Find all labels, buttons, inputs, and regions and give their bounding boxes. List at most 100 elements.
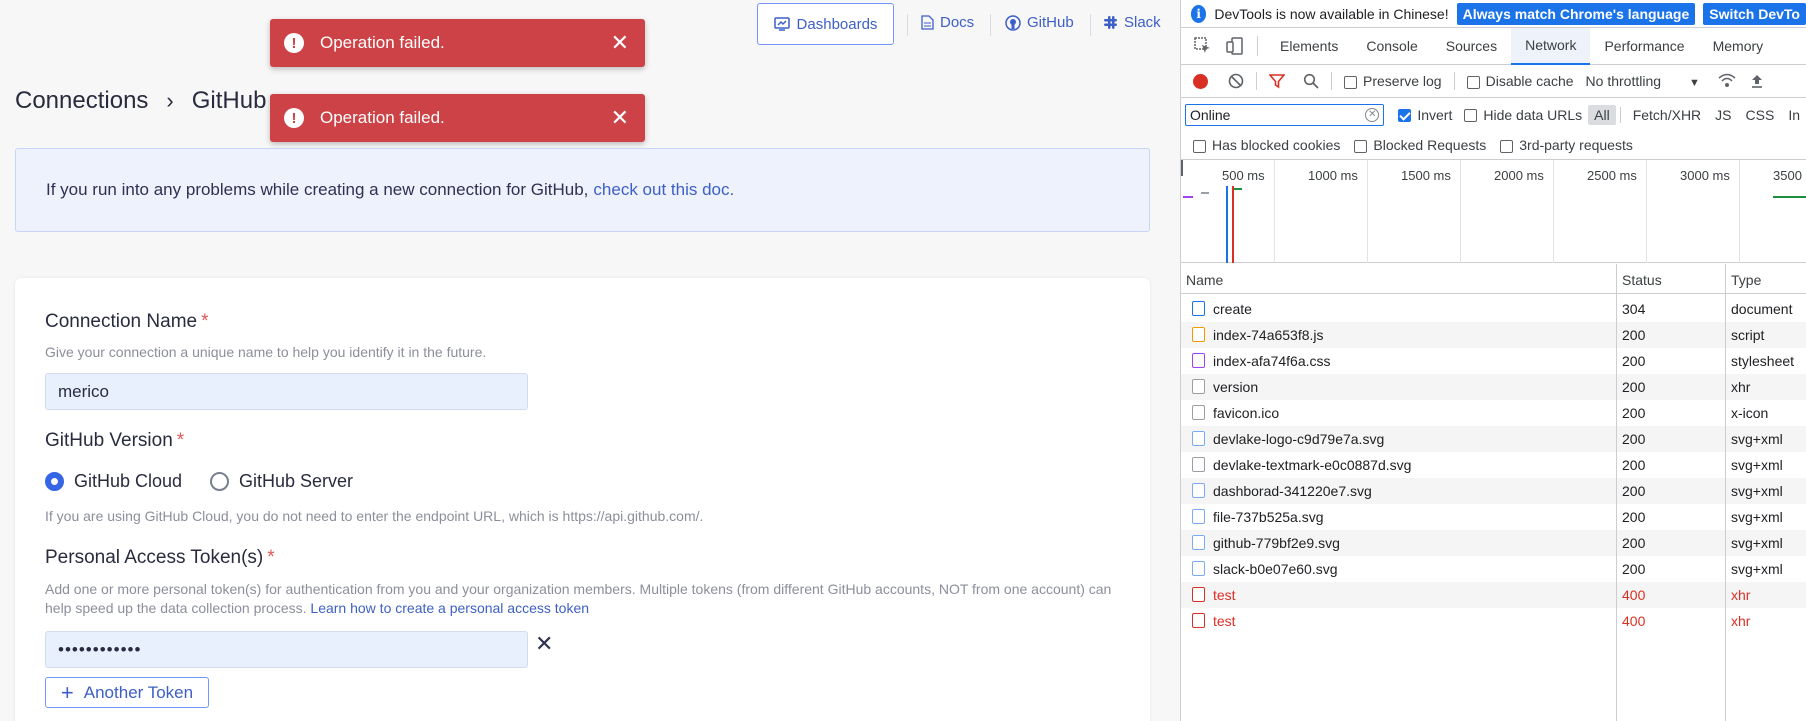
column-divider [1725,264,1726,721]
label-text: Personal Access Token(s) [45,547,264,568]
request-row[interactable]: favicon.ico 200 x-icon [1181,400,1806,426]
close-icon[interactable]: ✕ [611,107,629,129]
match-language-button[interactable]: Always match Chrome's language [1456,2,1696,25]
token-hint: Add one or more personal token(s) for au… [45,580,1125,618]
error-icon: ! [284,33,304,53]
request-type: svg+xml [1731,431,1783,447]
connection-form: Connection Name * Give your connection a … [15,278,1150,721]
clear-icon[interactable] [1228,73,1244,89]
file-icon [1192,431,1205,446]
throttling-select[interactable]: No throttling ▼ [1586,73,1700,89]
file-icon [1192,327,1205,342]
third-party-checkbox[interactable]: 3rd-party requests [1500,137,1633,153]
doc-link[interactable]: check out this doc. [593,180,734,200]
request-name: index-afa74f6a.css [1213,353,1331,369]
radio-label: GitHub Cloud [74,471,183,491]
filter-type-all[interactable]: All [1588,104,1616,125]
request-row[interactable]: index-74a653f8.js 200 script [1181,322,1806,348]
request-status: 200 [1622,509,1646,525]
clear-token-icon[interactable]: ✕ [535,631,553,657]
dashboards-button[interactable]: Dashboards [757,3,894,45]
hide-data-urls-checkbox[interactable]: Hide data URLs [1464,107,1582,123]
request-row[interactable]: test 400 xhr [1181,608,1806,634]
request-status: 304 [1622,301,1646,317]
token-input[interactable]: •••••••••••• [45,631,528,668]
has-blocked-cookies-checkbox[interactable]: Has blocked cookies [1193,137,1340,153]
invert-checkbox[interactable]: Invert [1398,107,1452,123]
filter-type-img[interactable]: In [1782,105,1806,125]
tab-network[interactable]: Network [1511,27,1591,65]
request-row[interactable]: index-afa74f6a.css 200 stylesheet [1181,348,1806,374]
upload-icon[interactable] [1750,73,1764,89]
request-status: 400 [1622,587,1646,603]
timeline-tick: 3500 [1773,168,1802,183]
file-icon [921,15,934,30]
column-type[interactable]: Type [1731,272,1761,288]
radio-github-cloud[interactable]: GitHub Cloud [45,471,182,492]
tab-memory[interactable]: Memory [1699,28,1778,65]
request-type: x-icon [1731,405,1769,421]
request-row[interactable]: create 304 document [1181,296,1806,322]
request-row[interactable]: github-779bf2e9.svg 200 svg+xml [1181,530,1806,556]
network-conditions-icon[interactable] [1718,73,1736,89]
breadcrumb-root[interactable]: Connections [15,87,148,115]
request-type: svg+xml [1731,509,1783,525]
checkbox-icon [1193,139,1206,153]
request-row[interactable]: version 200 xhr [1181,374,1806,400]
timeline-gridline [1646,160,1647,263]
request-type: stylesheet [1731,353,1795,369]
request-row[interactable]: slack-b0e07e60.svg 200 svg+xml [1181,556,1806,582]
toolbar-divider [1331,72,1332,90]
connection-name-input[interactable]: merico [45,373,528,410]
radio-github-server[interactable]: GitHub Server [210,471,353,492]
record-icon[interactable] [1193,73,1208,89]
add-token-button[interactable]: + Another Token [45,677,209,708]
chevron-right-icon: › [166,88,174,113]
clear-filter-icon[interactable]: ✕ [1365,107,1380,122]
request-type: xhr [1731,587,1751,603]
inspect-icon[interactable] [1193,36,1213,56]
file-icon [1192,483,1205,498]
blocked-requests-checkbox[interactable]: Blocked Requests [1354,137,1486,153]
request-status: 400 [1622,613,1646,629]
timeline-tick: 2000 ms [1494,168,1544,183]
network-overview-timeline[interactable]: 500 ms 1000 ms 1500 ms 2000 ms 2500 ms 3… [1181,160,1806,263]
search-icon[interactable] [1303,73,1319,89]
column-name[interactable]: Name [1186,272,1223,288]
file-icon [1192,535,1205,550]
filter-type-js[interactable]: JS [1709,105,1737,125]
label-text: GitHub Version [45,430,173,451]
slack-icon [1104,16,1117,29]
close-icon[interactable]: ✕ [611,32,629,54]
nav-divider [1090,14,1091,36]
request-status: 200 [1622,431,1646,447]
preserve-log-checkbox[interactable]: Preserve log [1344,73,1442,89]
checkbox-icon [1466,75,1480,89]
tab-sources[interactable]: Sources [1432,28,1511,65]
disable-cache-checkbox[interactable]: Disable cache [1466,73,1574,89]
request-status: 200 [1622,561,1646,577]
request-row[interactable]: devlake-textmark-e0c0887d.svg 200 svg+xml [1181,452,1806,478]
error-icon: ! [284,108,304,128]
request-row[interactable]: file-737b525a.svg 200 svg+xml [1181,504,1806,530]
add-token-label: Another Token [83,682,194,702]
filter-type-fetch-xhr[interactable]: Fetch/XHR [1627,105,1707,125]
tab-console[interactable]: Console [1352,28,1431,65]
tab-performance[interactable]: Performance [1590,28,1698,65]
filter-icon[interactable] [1269,73,1285,89]
dashboard-icon [773,17,790,31]
filter-type-css[interactable]: CSS [1740,105,1781,125]
switch-language-button[interactable]: Switch DevTo [1703,2,1806,25]
github-link[interactable]: GitHub [1005,14,1074,31]
slack-link[interactable]: Slack [1103,14,1161,31]
request-row[interactable]: test 400 xhr [1181,582,1806,608]
token-help-link[interactable]: Learn how to create a personal access to… [310,600,589,616]
device-toolbar-icon[interactable] [1225,36,1245,56]
column-status[interactable]: Status [1622,272,1662,288]
docs-link[interactable]: Docs [921,14,974,31]
tab-elements[interactable]: Elements [1266,28,1352,65]
filter-input[interactable]: Online ✕ [1185,103,1385,126]
request-row[interactable]: dashborad-341220e7.svg 200 svg+xml [1181,478,1806,504]
request-row[interactable]: devlake-logo-c9d79e7a.svg 200 svg+xml [1181,426,1806,452]
toolbar-divider [1257,36,1258,56]
